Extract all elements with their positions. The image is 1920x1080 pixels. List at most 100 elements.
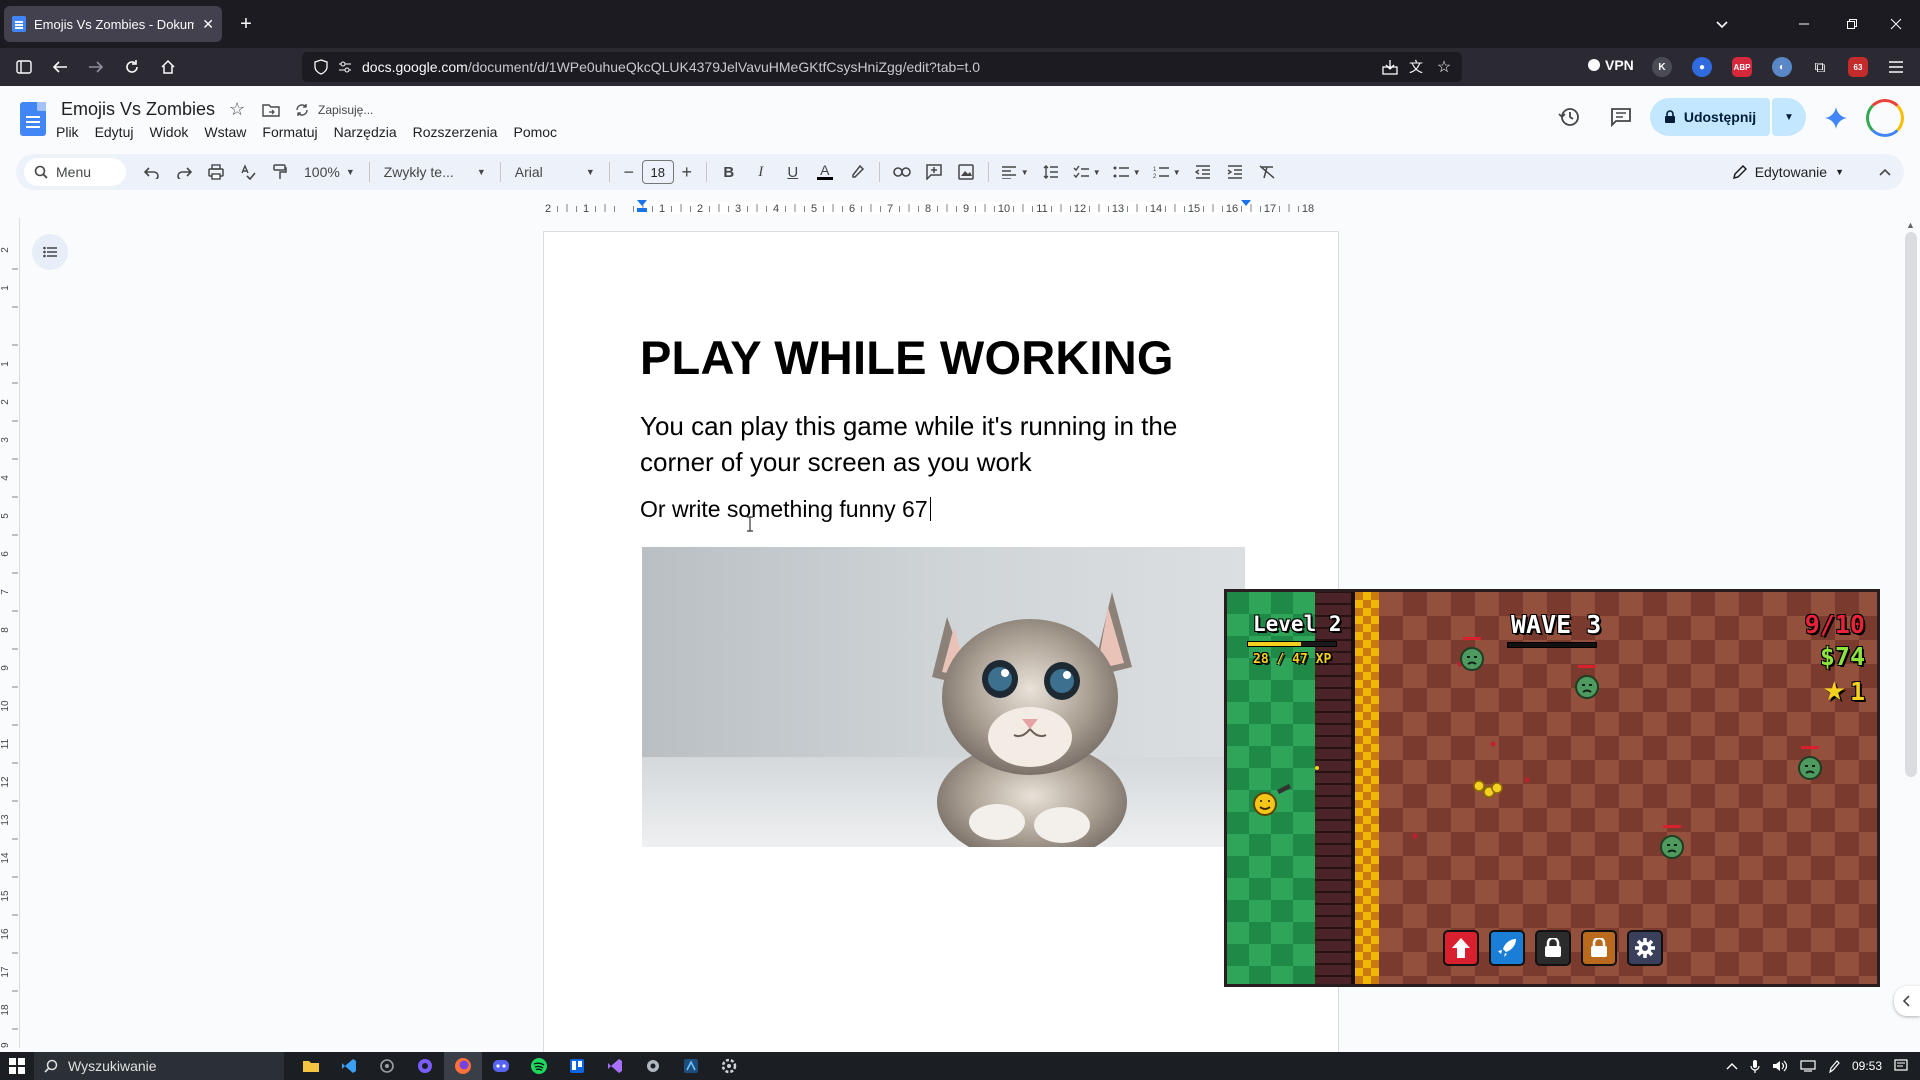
- notifications-icon[interactable]: [1894, 1059, 1908, 1073]
- align-left-icon[interactable]: ▼: [995, 158, 1035, 186]
- forward-arrow-icon[interactable]: [84, 56, 108, 78]
- pen-icon[interactable]: [1828, 1059, 1840, 1073]
- translate-icon[interactable]: 文: [1404, 56, 1428, 78]
- site-permissions-icon[interactable]: [338, 60, 352, 74]
- tracking-shield-icon[interactable]: [314, 59, 328, 75]
- document-paragraph[interactable]: You can play this game while it's runnin…: [640, 408, 1240, 480]
- taskbar-search-box[interactable]: Wyszukiwanie: [34, 1052, 284, 1080]
- share-button[interactable]: Udostępnij: [1650, 98, 1770, 136]
- badge-extension-icon[interactable]: 63: [1848, 57, 1868, 77]
- github-desktop-icon[interactable]: [406, 1052, 444, 1080]
- home-icon[interactable]: [156, 56, 180, 78]
- version-history-icon[interactable]: [1558, 106, 1580, 128]
- horizontal-ruler[interactable]: 2 1 1 2 3 4 5 6 7 8 9 10 11 12 13 14 15 16 17 18: [544, 198, 1340, 218]
- scrollbar-thumb[interactable]: [1905, 232, 1917, 777]
- file-explorer-icon[interactable]: [292, 1052, 330, 1080]
- locked-slot-button[interactable]: [1581, 930, 1617, 966]
- extensions-puzzle-icon[interactable]: ⧉: [1808, 56, 1832, 78]
- visual-studio-icon[interactable]: [596, 1052, 634, 1080]
- paint-format-icon[interactable]: [264, 158, 296, 186]
- spotify-icon[interactable]: [520, 1052, 558, 1080]
- spellcheck-icon[interactable]: [232, 158, 264, 186]
- redo-icon[interactable]: [168, 158, 200, 186]
- system-app-icon[interactable]: [368, 1052, 406, 1080]
- checklist-icon[interactable]: ▼: [1067, 158, 1107, 186]
- bold-icon[interactable]: B: [713, 158, 745, 186]
- increase-indent-icon[interactable]: [1219, 158, 1251, 186]
- tray-chevron-up-icon[interactable]: [1726, 1062, 1738, 1070]
- app-menu-hamburger-icon[interactable]: [1884, 56, 1908, 78]
- font-size-input[interactable]: 18: [641, 160, 674, 184]
- menu-search-input[interactable]: Menu: [24, 158, 126, 186]
- line-spacing-icon[interactable]: [1035, 158, 1067, 186]
- decrease-font-size-icon[interactable]: −: [616, 158, 642, 186]
- browser-tab-active[interactable]: Emojis Vs Zombies - Dokument ✕: [4, 6, 222, 42]
- settings-app-icon[interactable]: [710, 1052, 748, 1080]
- menu-file[interactable]: Plik: [56, 124, 79, 140]
- list-tabs-chevron-icon[interactable]: [1710, 12, 1734, 36]
- undo-icon[interactable]: [136, 158, 168, 186]
- profile-extension-icon[interactable]: ◐: [1772, 57, 1792, 77]
- move-folder-icon[interactable]: [262, 103, 280, 117]
- star-icon[interactable]: ☆: [229, 99, 245, 120]
- save-page-icon[interactable]: [1378, 56, 1402, 78]
- minimize-window-button[interactable]: [1790, 12, 1818, 36]
- back-arrow-icon[interactable]: [48, 56, 72, 78]
- menu-format[interactable]: Formatuj: [262, 124, 317, 140]
- scroll-up-arrow-icon[interactable]: ▲: [1906, 220, 1915, 230]
- zoom-dropdown[interactable]: 100% ▼: [296, 158, 363, 186]
- url-text[interactable]: docs.google.com/document/d/1WPe0uhueQkcQ…: [362, 59, 980, 75]
- italic-icon[interactable]: I: [745, 158, 777, 186]
- hide-menus-chevron-icon[interactable]: [1878, 167, 1892, 177]
- document-title[interactable]: Emojis Vs Zombies: [61, 99, 215, 120]
- discord-icon[interactable]: [482, 1052, 520, 1080]
- network-icon[interactable]: [1800, 1060, 1816, 1072]
- vertical-ruler[interactable]: 2 1 1 2 3 4 5 6 7 8 9 10 11 12 13 14 15 16 17 18 19: [0, 218, 20, 1048]
- menu-view[interactable]: Widok: [149, 124, 188, 140]
- volume-icon[interactable]: [1772, 1059, 1788, 1073]
- network-app-icon[interactable]: [634, 1052, 672, 1080]
- text-color-icon[interactable]: A: [809, 158, 841, 186]
- settings-button[interactable]: [1627, 930, 1663, 966]
- document-heading[interactable]: PLAY WHILE WORKING: [640, 330, 1174, 385]
- decrease-indent-icon[interactable]: [1187, 158, 1219, 186]
- account-avatar[interactable]: [1866, 99, 1904, 137]
- vscode-icon[interactable]: [330, 1052, 368, 1080]
- k-extension-icon[interactable]: K: [1652, 57, 1672, 77]
- upgrade-arrow-button[interactable]: [1443, 930, 1479, 966]
- google-docs-logo-icon[interactable]: [20, 102, 46, 136]
- menu-extensions[interactable]: Rozszerzenia: [413, 124, 498, 140]
- new-tab-button[interactable]: +: [234, 12, 258, 36]
- insert-link-icon[interactable]: [886, 158, 918, 186]
- blue-extension-icon[interactable]: ●: [1692, 57, 1712, 77]
- design-app-icon[interactable]: [672, 1052, 710, 1080]
- document-outline-button[interactable]: [32, 234, 68, 270]
- numbered-list-icon[interactable]: 1 2 ▼: [1147, 158, 1187, 186]
- windows-start-button[interactable]: [0, 1052, 34, 1080]
- microphone-icon[interactable]: [1750, 1059, 1760, 1073]
- url-bar[interactable]: docs.google.com/document/d/1WPe0uhueQkcQ…: [302, 52, 1462, 82]
- add-comment-icon[interactable]: [918, 158, 950, 186]
- print-icon[interactable]: [200, 158, 232, 186]
- clear-formatting-icon[interactable]: [1251, 158, 1283, 186]
- menu-help[interactable]: Pomoc: [513, 124, 557, 140]
- increase-font-size-icon[interactable]: +: [674, 158, 700, 186]
- reload-icon[interactable]: [120, 56, 144, 78]
- menu-edit[interactable]: Edytuj: [95, 124, 134, 140]
- vpn-extension[interactable]: VPN: [1588, 57, 1634, 73]
- side-panel-expand-button[interactable]: [1894, 986, 1920, 1016]
- menu-tools[interactable]: Narzędzia: [334, 124, 397, 140]
- sidebar-toggle-icon[interactable]: [12, 56, 36, 78]
- kitten-image[interactable]: [642, 547, 1245, 847]
- comments-icon[interactable]: [1610, 107, 1632, 127]
- paragraph-style-dropdown[interactable]: Zwykły te... ▼: [376, 158, 494, 186]
- bulleted-list-icon[interactable]: ▼: [1107, 158, 1147, 186]
- adblock-plus-icon[interactable]: ABP: [1732, 57, 1752, 77]
- trello-icon[interactable]: [558, 1052, 596, 1080]
- bookmark-star-icon[interactable]: ☆: [1432, 56, 1456, 78]
- game-overlay-window[interactable]: Level 2 28 / 47 XP WAVE 3 9/10 $74 ★ 1: [1224, 589, 1880, 987]
- highlight-color-icon[interactable]: [841, 158, 873, 186]
- underline-icon[interactable]: U: [777, 158, 809, 186]
- clock-time[interactable]: 09:53: [1852, 1059, 1882, 1073]
- menu-insert[interactable]: Wstaw: [204, 124, 246, 140]
